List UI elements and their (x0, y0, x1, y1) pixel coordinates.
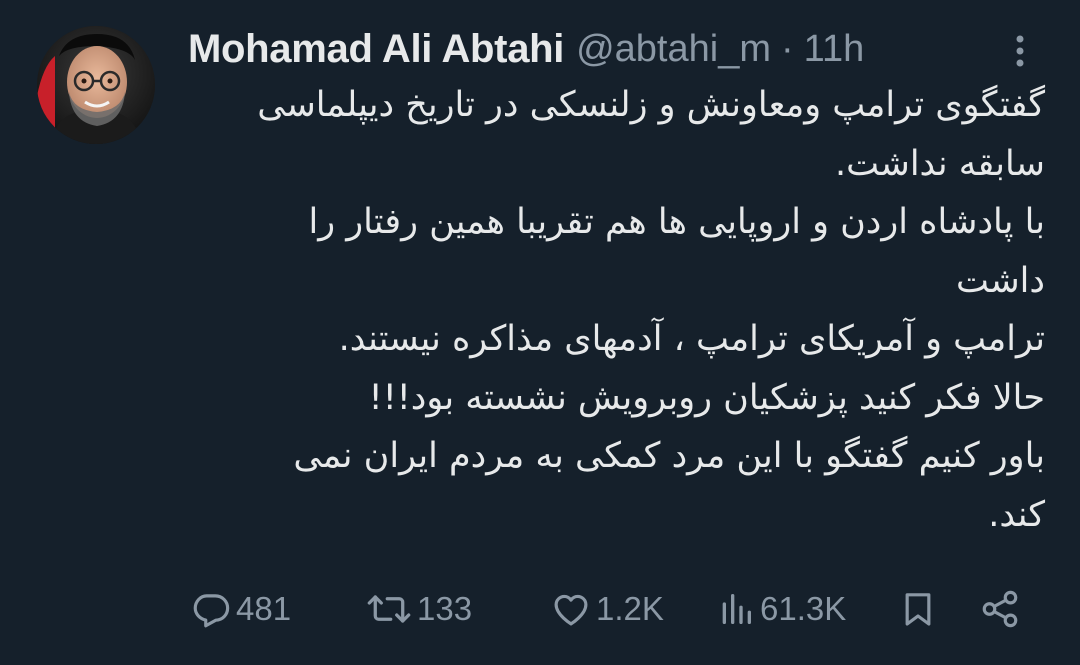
like-count: 1.2K (596, 590, 664, 627)
views-icon (716, 588, 756, 630)
share-icon (978, 588, 1022, 630)
bookmark-icon (898, 588, 938, 630)
tweet-text-line: ترامپ و آمریکای ترامپ ، آدمهای مذاکره نی… (338, 319, 1045, 359)
author-display-name[interactable]: Mohamad Ali Abtahi (188, 27, 564, 72)
retweet-icon (365, 588, 413, 630)
more-vertical-icon (1015, 34, 1025, 68)
tweet-text-line: داشت (955, 260, 1045, 301)
reply-count: 481 (236, 590, 292, 627)
author-handle[interactable]: @abtahi_m (576, 28, 771, 71)
tweet-text-line: با پادشاه اردن و اروپایی ها هم تقریبا هم… (308, 202, 1045, 242)
tweet-text-line: سابقه نداشت. (835, 143, 1045, 184)
retweet-count: 133 (417, 590, 473, 627)
retweet-button[interactable]: 133 (365, 584, 472, 634)
tweet-text: گفتگوی ترامپ ومعاونش و زلنسکی در تاریخ د… (190, 76, 1045, 544)
reply-icon (190, 588, 232, 630)
tweet-actions: 481 133 1.2K 61.3K (0, 584, 1080, 634)
tweet[interactable]: Mohamad Ali Abtahi @abtahi_m · 11h گفتگو… (0, 0, 1080, 665)
more-options-button[interactable] (1000, 26, 1040, 76)
like-button[interactable]: 1.2K (550, 584, 664, 634)
share-button[interactable] (978, 584, 1022, 634)
tweet-text-line: باور کنیم گفتگو با این مرد کمکی به مردم … (293, 436, 1045, 476)
avatar-portrait (37, 26, 155, 144)
tweet-header: Mohamad Ali Abtahi @abtahi_m · 11h (188, 22, 864, 76)
heart-icon (550, 588, 592, 630)
tweet-text-line: کند. (988, 494, 1045, 535)
reply-button[interactable]: 481 (190, 584, 291, 634)
views-count: 61.3K (760, 590, 847, 627)
avatar[interactable] (37, 26, 155, 144)
tweet-text-line: حالا فکر کنید پزشکیان روبرویش نشسته بود!… (368, 377, 1045, 418)
views-button[interactable]: 61.3K (716, 584, 846, 634)
bookmark-button[interactable] (898, 584, 938, 634)
header-separator: · (781, 27, 794, 70)
tweet-timestamp[interactable]: 11h (804, 28, 865, 71)
tweet-text-line: گفتگوی ترامپ ومعاونش و زلنسکی در تاریخ د… (257, 85, 1045, 125)
